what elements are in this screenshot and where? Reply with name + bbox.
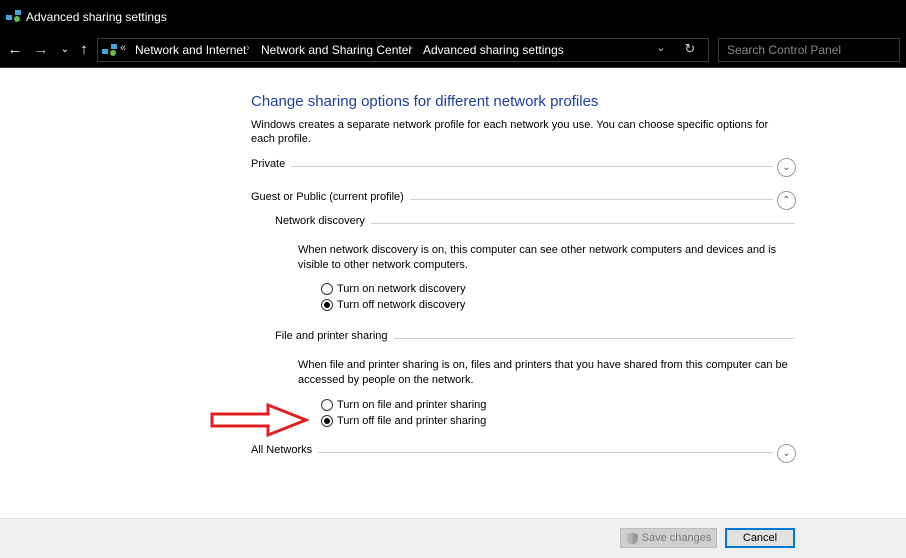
back-button[interactable]: ← [6,40,24,60]
address-bar[interactable]: « Network and Internet › Network and Sha… [97,38,709,62]
file-printer-sharing-description: When file and printer sharing is on, fil… [298,359,788,386]
profile-private-label: Private [251,158,292,170]
radio-label: Turn on file and printer sharing [337,399,487,411]
radio-turn-on-network-discovery[interactable]: Turn on network discovery [321,281,466,297]
breadcrumb-network-and-internet[interactable]: Network and Internet [135,43,246,57]
breadcrumb-separator-icon: › [246,42,250,54]
red-arrow-annotation-icon [210,403,310,437]
overflow-chevron-icon[interactable]: « [120,42,126,54]
profile-all-networks-header[interactable]: All Networks ⌄ [251,444,796,463]
cancel-button[interactable]: Cancel [725,528,795,548]
network-icon [6,10,21,22]
up-button[interactable]: ↑ [75,40,93,60]
file-printer-sharing-title: File and printer sharing [275,330,394,342]
radio-button-selected[interactable] [321,299,333,311]
radio-label: Turn off file and printer sharing [337,415,487,427]
profile-guest-header[interactable]: Guest or Public (current profile) ⌃ [251,191,796,210]
breadcrumb-separator-icon: › [408,42,412,54]
profile-all-networks-label: All Networks [251,444,319,456]
profile-private-header[interactable]: Private ⌄ [251,158,796,177]
radio-button[interactable] [321,399,333,411]
file-printer-sharing-header: File and printer sharing [275,330,795,348]
expand-chevron-icon[interactable]: ⌄ [777,444,796,463]
radio-turn-off-file-printer-sharing[interactable]: Turn off file and printer sharing [321,413,486,429]
window-title: Advanced sharing settings [26,10,167,24]
radio-button[interactable] [321,283,333,295]
radio-turn-on-file-printer-sharing[interactable]: Turn on file and printer sharing [321,397,486,413]
address-dropdown-icon[interactable]: ⌄ [653,41,669,54]
intro-text: Windows creates a separate network profi… [251,119,769,145]
page-title: Change sharing options for different net… [251,93,599,110]
network-discovery-header: Network discovery [275,215,795,233]
refresh-icon[interactable]: ↻ [682,41,698,57]
title-bar: Advanced sharing settings [0,0,906,34]
network-discovery-description: When network discovery is on, this compu… [298,244,777,271]
save-changes-label: Save changes [641,532,712,544]
recent-locations-button[interactable]: ⌄ [56,40,74,60]
breadcrumb-network-and-sharing-center[interactable]: Network and Sharing Center [261,43,412,57]
save-changes-button[interactable]: Save changes [620,528,717,548]
collapse-chevron-icon[interactable]: ⌃ [777,191,796,210]
radio-label: Turn off network discovery [337,299,466,311]
profile-guest-label: Guest or Public (current profile) [251,191,410,203]
radio-button-selected[interactable] [321,415,333,427]
uac-shield-icon [626,532,638,544]
radio-turn-off-network-discovery[interactable]: Turn off network discovery [321,297,465,313]
divider [251,452,773,453]
forward-button[interactable]: → [32,40,50,60]
network-discovery-title: Network discovery [275,215,371,227]
radio-label: Turn on network discovery [337,283,466,295]
breadcrumb-advanced-sharing-settings[interactable]: Advanced sharing settings [423,43,564,57]
divider [251,166,773,167]
main-content: Change sharing options for different net… [0,68,906,518]
expand-chevron-icon[interactable]: ⌄ [777,158,796,177]
search-input[interactable] [718,38,900,62]
network-icon [102,44,117,56]
